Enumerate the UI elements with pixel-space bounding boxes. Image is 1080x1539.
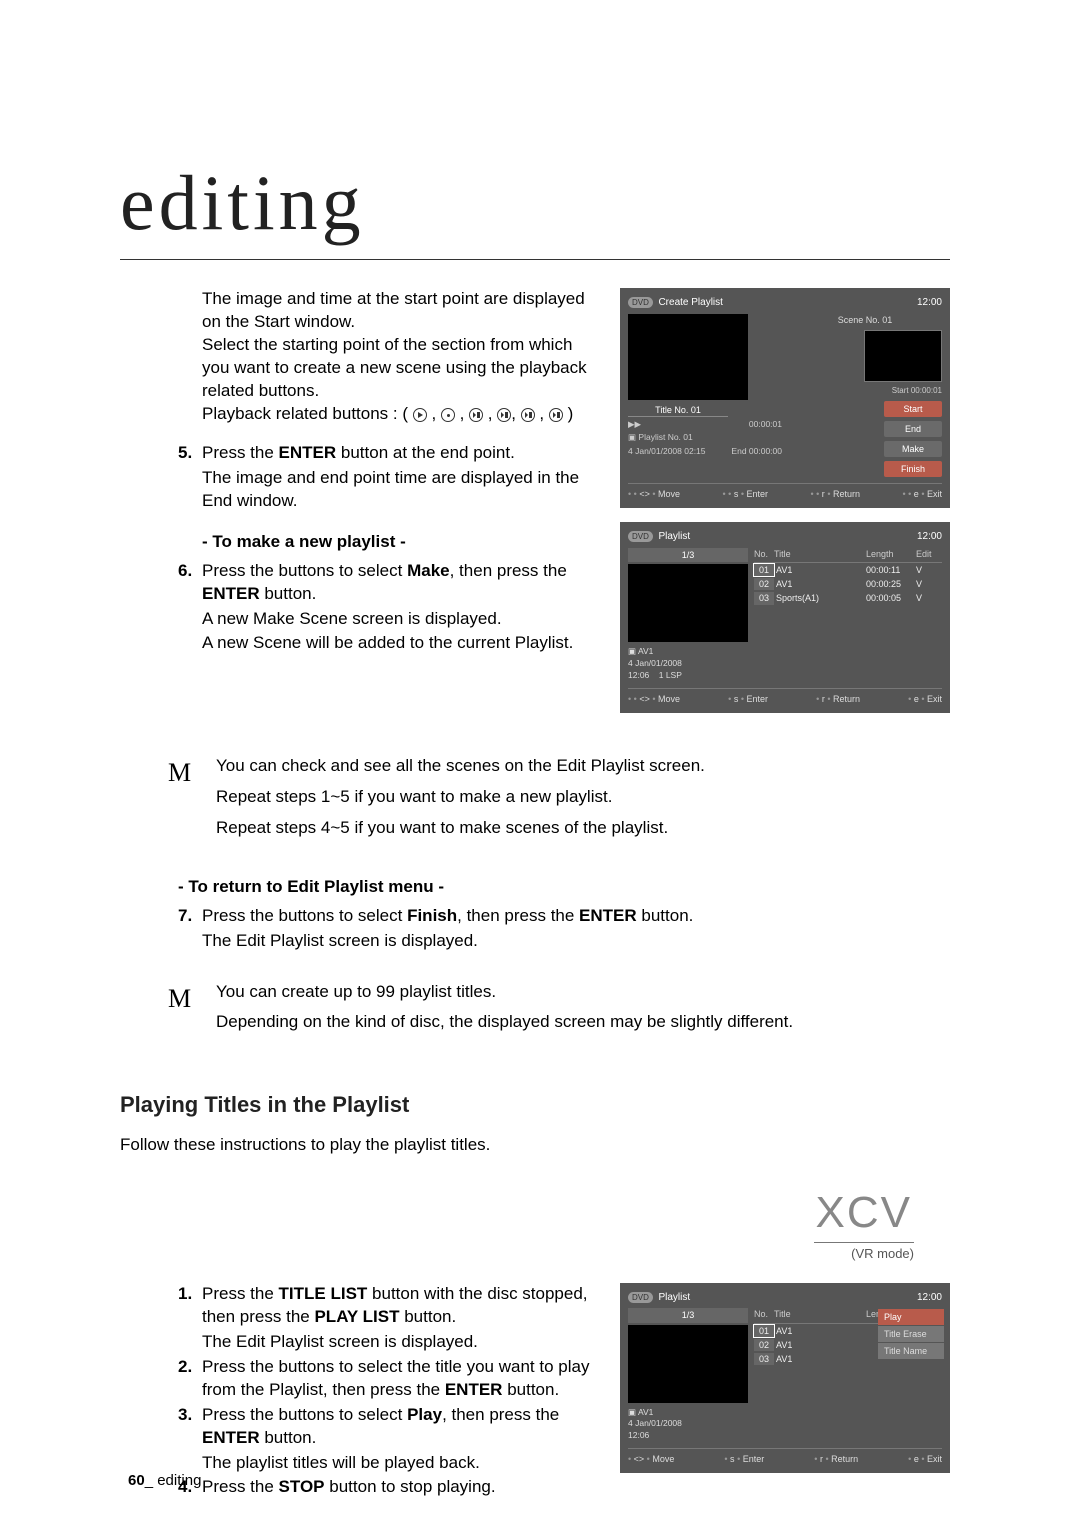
- note2-l2: Depending on the kind of disc, the displ…: [216, 1011, 950, 1034]
- step7-sub: The Edit Playlist screen is displayed.: [202, 930, 950, 953]
- note-mark-icon: M: [168, 981, 196, 1016]
- scene-label: Scene No. 01: [788, 314, 942, 326]
- list-item[interactable]: 02AV100:00:25V: [754, 577, 942, 591]
- s2-step4-line: Press the STOP button to stop playing.: [202, 1476, 604, 1499]
- shot-time: 12:00: [917, 296, 942, 310]
- preview-scene: [864, 330, 942, 382]
- note2-l1: You can create up to 99 playlist titles.: [216, 981, 950, 1004]
- disc-chip: DVD: [628, 297, 653, 308]
- nav-move: <> Move: [628, 488, 680, 500]
- s2-step3-line: Press the buttons to select Play, then p…: [202, 1404, 604, 1450]
- screenshot-playlist: DVD Playlist 12:00 1/3 ▣ AV1 4 Jan/01/20…: [620, 522, 950, 712]
- list-item[interactable]: 01AV100:00:11V: [754, 563, 942, 577]
- rewind-icon: [521, 408, 535, 422]
- step7-line: Press the buttons to select Finish, then…: [202, 905, 950, 928]
- nav-exit: e Exit: [902, 488, 942, 500]
- title-no: Title No. 01: [628, 404, 728, 417]
- s2-step2-line: Press the buttons to select the title yo…: [202, 1356, 604, 1402]
- note-mark-icon: M: [168, 755, 196, 790]
- step5-line: Press the ENTER button at the end point.: [202, 442, 604, 465]
- xcv-badge: XCV: [814, 1183, 914, 1243]
- s2-step1-num: 1.: [178, 1283, 202, 1354]
- step6-num: 6.: [178, 560, 202, 656]
- playlist-index: 1/3: [628, 548, 748, 562]
- nav-return: r Return: [810, 488, 860, 500]
- fastfwd-icon: [549, 408, 563, 422]
- s2-step3-sub: The playlist titles will be played back.: [202, 1452, 604, 1475]
- section-intro: Follow these instructions to play the pl…: [120, 1134, 950, 1157]
- screenshot-playlist-context: DVD Playlist 12:00 1/3 ▣ AV1 4 Jan/01/20…: [620, 1283, 950, 1473]
- s2-step2-num: 2.: [178, 1356, 202, 1402]
- intro-p1: The image and time at the start point ar…: [202, 288, 604, 334]
- note1-l2: Repeat steps 1~5 if you want to make a n…: [216, 786, 950, 809]
- end-button[interactable]: End: [884, 421, 942, 437]
- list-item[interactable]: 03Sports(A1)00:00:05V: [754, 591, 942, 605]
- skip-back-icon: [469, 408, 483, 422]
- note1-l1: You can check and see all the scenes on …: [216, 755, 950, 778]
- step5-sub: The image and end point time are display…: [202, 467, 604, 513]
- return-heading: - To return to Edit Playlist menu -: [120, 876, 950, 899]
- nav-enter: s Enter: [723, 488, 769, 500]
- context-menu: Play Title Erase Title Name: [878, 1309, 944, 1359]
- make-button[interactable]: Make: [884, 441, 942, 457]
- section-heading: Playing Titles in the Playlist: [120, 1090, 950, 1120]
- ctx-title-erase[interactable]: Title Erase: [878, 1326, 944, 1342]
- s2-step3-num: 3.: [178, 1404, 202, 1475]
- step6-line: Press the buttons to select Make, then p…: [202, 560, 604, 606]
- new-playlist-heading: - To make a new playlist -: [120, 531, 604, 554]
- step5-num: 5.: [178, 442, 202, 513]
- step6-sub1: A new Make Scene screen is displayed.: [202, 608, 604, 631]
- page-heading: editing: [120, 150, 950, 260]
- intro-p3: Playback related buttons : ( , , , , , ): [202, 403, 604, 426]
- screenshot-create-playlist: DVD Create Playlist 12:00 Title No. 01 ▶…: [620, 288, 950, 508]
- start-button[interactable]: Start: [884, 401, 942, 417]
- s2-step1-sub: The Edit Playlist screen is displayed.: [202, 1331, 604, 1354]
- ctx-title-name[interactable]: Title Name: [878, 1343, 944, 1359]
- ctx-play[interactable]: Play: [878, 1309, 944, 1325]
- play-icon: [413, 408, 427, 422]
- vr-mode-label: (VR mode): [120, 1245, 914, 1263]
- preview-main: [628, 314, 748, 400]
- s2-step1-line: Press the TITLE LIST button with the dis…: [202, 1283, 604, 1329]
- skip-fwd-icon: [497, 408, 511, 422]
- step7-num: 7.: [178, 905, 202, 953]
- pause-icon: [441, 408, 455, 422]
- intro-p2: Select the starting point of the section…: [202, 334, 604, 403]
- note1-l3: Repeat steps 4~5 if you want to make sce…: [216, 817, 950, 840]
- page-footer: 60_ editing: [128, 1471, 201, 1491]
- finish-button[interactable]: Finish: [884, 461, 942, 477]
- preview-thumb: [628, 564, 748, 642]
- step6-sub2: A new Scene will be added to the current…: [202, 632, 604, 655]
